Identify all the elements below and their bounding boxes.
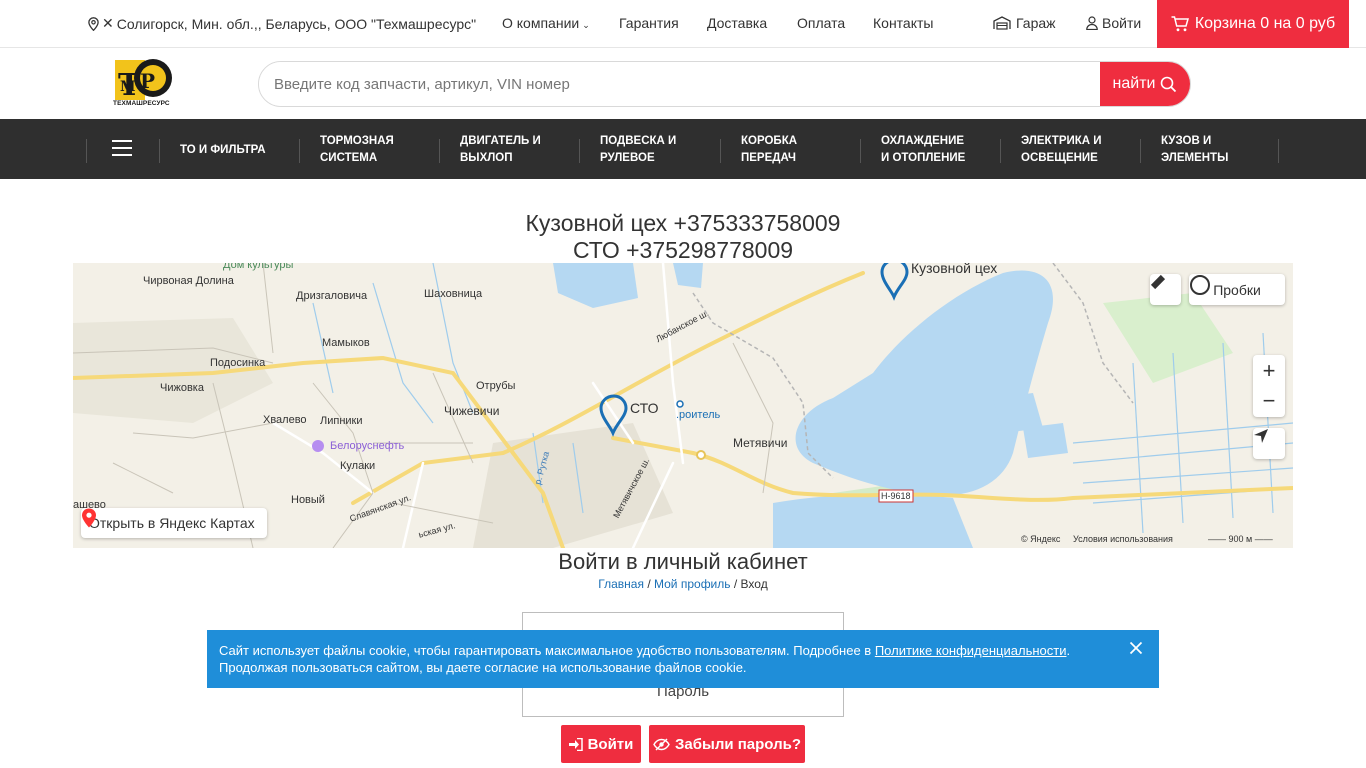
logo-text: ТЕХМАШРЕСУРС (113, 100, 170, 107)
zoom-out-icon[interactable]: − (1263, 386, 1276, 416)
cookie-banner: Сайт использует файлы cookie, чтобы гара… (207, 630, 1159, 688)
svg-text:P: P (140, 69, 155, 93)
breadcrumb-current: Вход (740, 577, 768, 591)
map-label: Подосинка (210, 357, 266, 369)
close-icon[interactable] (1129, 641, 1143, 655)
body-shop-phone: Кузовной цех +375333758009 (525, 210, 841, 236)
garage-icon (993, 16, 1011, 30)
map-label: Новый (291, 494, 325, 506)
divider (720, 139, 721, 163)
map-label: Мамыков (322, 337, 370, 349)
map-label: Кулаки (340, 460, 376, 472)
nav-contacts[interactable]: Контакты (873, 15, 933, 31)
cart-button[interactable]: Корзина 0 на 0 руб (1157, 0, 1349, 48)
sign-in-icon (568, 737, 583, 751)
divider (439, 139, 440, 163)
category-brakes[interactable]: Тормозная система (320, 133, 440, 167)
user-icon (1086, 16, 1098, 30)
category-body[interactable]: Кузов и элементы (1161, 133, 1281, 167)
nav-warranty[interactable]: Гарантия (619, 15, 679, 31)
category-cooling[interactable]: Охлаждение и отопление (881, 133, 1001, 167)
location-pin-icon (88, 16, 99, 31)
divider (1000, 139, 1001, 163)
login-submit-button[interactable]: Войти (561, 725, 641, 763)
geolocation-button[interactable] (1253, 428, 1285, 459)
map-label: Чижевичи (444, 404, 500, 418)
site-logo[interactable]: T P M ТЕХМАШРЕСУРС (113, 58, 175, 110)
map-pin-icon (82, 508, 96, 528)
map-label: Шаховница (424, 288, 483, 300)
svg-text:M: M (120, 79, 136, 95)
divider (1140, 139, 1141, 163)
breadcrumb-home[interactable]: Главная (598, 577, 644, 591)
open-in-yandex-maps-button[interactable]: Открыть в Яндекс Картах (81, 508, 267, 538)
clear-location-icon[interactable]: ✕ (102, 15, 114, 32)
map-terms-link[interactable]: Условия использования (1073, 534, 1173, 544)
marker-body-shop-label[interactable]: Кузовной цех (911, 263, 997, 276)
divider (159, 139, 160, 163)
traffic-icon (1190, 275, 1210, 295)
map-label: Отрубы (476, 380, 516, 392)
top-bar: ✕ Солигорск, Мин. обл.,, Беларусь, ООО "… (0, 0, 1366, 48)
map-label: Липники (320, 415, 363, 427)
yandex-map[interactable]: Дом культуры Чирвоная Долина Дризгалович… (73, 263, 1293, 548)
cart-icon (1171, 16, 1189, 32)
chevron-down-icon: ⌄ (582, 20, 590, 30)
divider (86, 139, 87, 163)
contact-phones: Кузовной цех +375333758009 СТО +37529877… (0, 210, 1366, 264)
location-selector[interactable]: ✕ Солигорск, Мин. обл.,, Беларусь, ООО "… (88, 15, 476, 32)
map-label: Белоруснефть (330, 440, 405, 452)
category-gearbox[interactable]: Коробка передач (741, 133, 861, 167)
map-label: Дризгаловича (296, 290, 368, 302)
garage-link[interactable]: Гараж (993, 15, 1056, 31)
ruler-button[interactable] (1150, 274, 1181, 305)
map-label: Дом культуры (223, 263, 294, 271)
eye-slash-icon (653, 738, 670, 750)
category-suspension[interactable]: Подвеска и рулевое (600, 133, 720, 167)
forgot-password-button[interactable]: Забыли пароль? (649, 725, 805, 763)
map-canvas (73, 263, 1293, 548)
service-station-phone: СТО +375298778009 (572, 237, 794, 263)
location-text: Солигорск, Мин. обл.,, Беларусь, ООО "Те… (116, 15, 477, 32)
privacy-policy-link[interactable]: Политике конфиденциальности (875, 643, 1067, 658)
divider (860, 139, 861, 163)
navigation-arrow-icon (1254, 429, 1268, 443)
map-label: Чижовка (160, 382, 204, 394)
category-electrics[interactable]: Электрика и освещение (1021, 133, 1141, 167)
login-link[interactable]: Войти (1086, 15, 1141, 31)
menu-icon[interactable] (112, 140, 132, 156)
category-maintenance[interactable]: ТО и фильтра (180, 142, 300, 159)
ruler-icon (1150, 274, 1166, 290)
map-scale: —— 900 м —— (1208, 534, 1273, 544)
page-title: Войти в личный кабинет (558, 549, 808, 574)
category-engine[interactable]: Двигатель и выхлоп (460, 133, 580, 167)
map-label: Хвалево (263, 414, 307, 426)
nav-delivery[interactable]: Доставка (707, 15, 767, 31)
map-label: .роитель (676, 409, 721, 421)
search-input[interactable] (259, 62, 1102, 106)
divider (1278, 139, 1279, 163)
search-bar: найти (258, 61, 1191, 107)
divider (579, 139, 580, 163)
map-label: Чирвоная Долина (143, 275, 234, 287)
marker-sto-label[interactable]: СТО (630, 400, 658, 416)
zoom-in-icon[interactable]: + (1263, 356, 1276, 386)
breadcrumb-profile[interactable]: Мой профиль (654, 577, 731, 591)
breadcrumb: Главная / Мой профиль / Вход (598, 577, 768, 591)
map-label: Метявичи (733, 436, 788, 450)
search-icon (1161, 76, 1177, 92)
divider (299, 139, 300, 163)
traffic-button[interactable]: Пробки (1189, 274, 1285, 305)
search-button[interactable]: найти (1100, 62, 1190, 106)
nav-about[interactable]: О компании ⌄ (502, 15, 590, 31)
zoom-controls: + − (1253, 355, 1285, 417)
nav-payment[interactable]: Оплата (797, 15, 845, 31)
map-copyright: © Яндекс (1021, 534, 1061, 544)
road-number-label: Н-9618 (881, 491, 911, 501)
category-bar: ТО и фильтра Тормозная система Двигатель … (0, 119, 1366, 179)
